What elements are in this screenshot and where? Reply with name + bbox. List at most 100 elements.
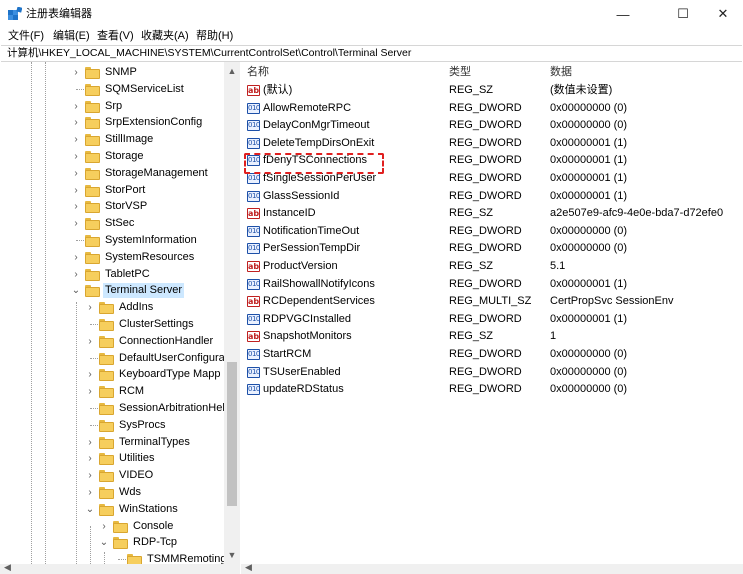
value-data: 0x00000000 (0) bbox=[550, 348, 628, 360]
value-row[interactable]: 010 PerSessionTempDir REG_DWORD 0x00000000 … bbox=[241, 240, 743, 257]
value-row[interactable]: ab RCDependentServices REG_MULTI_SZ CertPro… bbox=[241, 293, 743, 310]
value-type: REG_SZ bbox=[449, 330, 494, 343]
chevron-right-icon[interactable]: › bbox=[84, 366, 96, 383]
chevron-right-icon[interactable]: › bbox=[84, 467, 96, 484]
tree-item[interactable]: ClusterSettings bbox=[0, 316, 224, 333]
tree-vertical-scrollbar[interactable]: ▲ ▼ bbox=[224, 62, 240, 564]
tree-item[interactable]: › AddIns bbox=[0, 299, 224, 316]
value-list[interactable]: 名称 类型 数据 ab (默认) REG_SZ (数值未设置) 010 AllowRemo… bbox=[241, 62, 743, 564]
chevron-right-icon[interactable]: › bbox=[98, 518, 110, 535]
chevron-right-icon[interactable]: › bbox=[84, 299, 96, 316]
chevron-right-icon[interactable]: › bbox=[84, 383, 96, 400]
folder-icon bbox=[85, 117, 100, 130]
chevron-right-icon[interactable]: › bbox=[70, 215, 82, 232]
tree-item[interactable]: › Utilities bbox=[0, 450, 224, 467]
chevron-down-icon[interactable]: ⌄ bbox=[70, 282, 82, 299]
tree-item[interactable]: › SystemResources bbox=[0, 249, 224, 266]
value-row[interactable]: 010 DelayConMgrTimeout REG_DWORD 0x00000000… bbox=[241, 117, 743, 134]
tree-item[interactable]: ⌄ RDP-Tcp bbox=[0, 534, 224, 551]
chevron-right-icon[interactable]: › bbox=[84, 484, 96, 501]
chevron-right-icon[interactable]: › bbox=[70, 131, 82, 148]
tree-item[interactable]: ⌄ Terminal Server bbox=[0, 282, 224, 299]
scroll-left-icon[interactable]: ◀ bbox=[245, 562, 252, 573]
chevron-right-icon[interactable]: › bbox=[70, 148, 82, 165]
close-button[interactable]: ✕ bbox=[703, 0, 743, 28]
tree-item[interactable]: › VIDEO bbox=[0, 467, 224, 484]
chevron-right-icon[interactable]: › bbox=[70, 165, 82, 182]
chevron-down-icon[interactable]: ⌄ bbox=[84, 501, 96, 518]
value-row[interactable]: 010 AllowRemoteRPC REG_DWORD 0x00000000 (0) bbox=[241, 100, 743, 117]
column-header-data[interactable]: 数据 bbox=[550, 64, 572, 80]
tree-item[interactable]: › StorVSP bbox=[0, 198, 224, 215]
value-type: REG_DWORD bbox=[449, 383, 522, 396]
chevron-down-icon[interactable]: ⌄ bbox=[98, 534, 110, 551]
tree-item[interactable]: › RCM bbox=[0, 383, 224, 400]
tree-item[interactable]: › Wds bbox=[0, 484, 224, 501]
tree-item[interactable]: › Console bbox=[0, 518, 224, 535]
menu-view[interactable]: 查看(V) bbox=[97, 29, 134, 43]
column-header-name[interactable]: 名称 bbox=[247, 64, 269, 80]
dword-value-icon: 010 bbox=[247, 173, 260, 184]
title-bar[interactable]: 注册表编辑器 — ☐ ✕ bbox=[0, 0, 743, 28]
value-row[interactable]: ab ProductVersion REG_SZ 5.1 bbox=[241, 258, 743, 275]
tree-item[interactable]: › TerminalTypes bbox=[0, 434, 224, 451]
maximize-button[interactable]: ☐ bbox=[663, 0, 703, 28]
value-row[interactable]: 010 GlassSessionId REG_DWORD 0x00000001 (1) bbox=[241, 188, 743, 205]
tree-scroll-thumb[interactable] bbox=[227, 362, 237, 506]
tree-horizontal-scrollbar[interactable]: ◀ bbox=[0, 562, 240, 574]
tree-item[interactable]: › TabletPC bbox=[0, 266, 224, 283]
tree-item[interactable]: › StillImage bbox=[0, 131, 224, 148]
chevron-right-icon[interactable]: › bbox=[70, 114, 82, 131]
scroll-down-icon[interactable]: ▼ bbox=[224, 548, 240, 562]
value-type: REG_DWORD bbox=[449, 154, 522, 167]
menu-help[interactable]: 帮助(H) bbox=[196, 29, 233, 43]
value-row[interactable]: 010 StartRCM REG_DWORD 0x00000000 (0) bbox=[241, 346, 743, 363]
minimize-button[interactable]: — bbox=[603, 0, 643, 28]
menu-edit[interactable]: 编辑(E) bbox=[53, 29, 90, 43]
key-tree[interactable]: › SNMP SQMServiceList › Srp › SrpExtensionConf… bbox=[0, 62, 240, 564]
tree-item[interactable]: › KeyboardType Mapp bbox=[0, 366, 224, 383]
value-row[interactable]: 010 NotificationTimeOut REG_DWORD 0x0000000… bbox=[241, 223, 743, 240]
column-header-type[interactable]: 类型 bbox=[449, 64, 471, 80]
list-horizontal-scrollbar[interactable]: ◀ bbox=[241, 562, 743, 574]
string-value-icon: ab bbox=[247, 331, 260, 343]
chevron-right-icon[interactable]: › bbox=[84, 450, 96, 467]
maximize-icon: ☐ bbox=[677, 6, 689, 21]
scroll-up-icon[interactable]: ▲ bbox=[224, 64, 240, 78]
menu-favorites[interactable]: 收藏夹(A) bbox=[141, 29, 189, 43]
value-row[interactable]: ab SnapshotMonitors REG_SZ 1 bbox=[241, 328, 743, 345]
value-row[interactable]: 010 DeleteTempDirsOnExit REG_DWORD 0x000000… bbox=[241, 135, 743, 152]
chevron-right-icon[interactable]: › bbox=[70, 98, 82, 115]
chevron-right-icon[interactable]: › bbox=[70, 182, 82, 199]
value-row[interactable]: 010 TSUserEnabled REG_DWORD 0x00000000 (0) bbox=[241, 364, 743, 381]
chevron-right-icon[interactable]: › bbox=[70, 64, 82, 81]
tree-item[interactable]: › StSec bbox=[0, 215, 224, 232]
menu-file[interactable]: 文件(F) bbox=[8, 29, 44, 43]
tree-item[interactable]: DefaultUserConfigura bbox=[0, 350, 225, 367]
chevron-right-icon[interactable]: › bbox=[70, 249, 82, 266]
value-row[interactable]: ab InstanceID REG_SZ a2e507e9-afc9-4e0e-bda… bbox=[241, 205, 743, 222]
tree-item[interactable]: › Srp bbox=[0, 98, 224, 115]
tree-item[interactable]: SessionArbitrationHel bbox=[0, 400, 225, 417]
tree-item[interactable]: › Storage bbox=[0, 148, 224, 165]
value-row[interactable]: 010 updateRDStatus REG_DWORD 0x00000000 (0) bbox=[241, 381, 743, 398]
chevron-right-icon[interactable]: › bbox=[84, 333, 96, 350]
tree-item[interactable]: SQMServiceList bbox=[0, 81, 224, 98]
tree-item[interactable]: › SNMP bbox=[0, 64, 224, 81]
tree-item[interactable]: › SrpExtensionConfig bbox=[0, 114, 224, 131]
value-row[interactable]: ab (默认) REG_SZ (数值未设置) bbox=[241, 82, 743, 99]
chevron-right-icon[interactable]: › bbox=[84, 434, 96, 451]
tree-item[interactable]: SystemInformation bbox=[0, 232, 224, 249]
value-row[interactable]: 010 RailShowallNotifyIcons REG_DWORD 0x0000… bbox=[241, 276, 743, 293]
tree-item[interactable]: › StorPort bbox=[0, 182, 224, 199]
tree-item[interactable]: › StorageManagement bbox=[0, 165, 224, 182]
value-row[interactable]: 010 RDPVGCInstalled REG_DWORD 0x00000001 (1… bbox=[241, 311, 743, 328]
scroll-left-icon[interactable]: ◀ bbox=[4, 562, 11, 573]
chevron-right-icon[interactable]: › bbox=[70, 266, 82, 283]
tree-item[interactable]: ⌄ WinStations bbox=[0, 501, 224, 518]
tree-item[interactable]: SysProcs bbox=[0, 417, 224, 434]
tree-item[interactable]: TSMMRemoting bbox=[0, 551, 226, 564]
tree-item[interactable]: › ConnectionHandler bbox=[0, 333, 224, 350]
chevron-right-icon[interactable]: › bbox=[70, 198, 82, 215]
address-bar[interactable]: 计算机\HKEY_LOCAL_MACHINE\SYSTEM\CurrentCon… bbox=[1, 45, 742, 62]
